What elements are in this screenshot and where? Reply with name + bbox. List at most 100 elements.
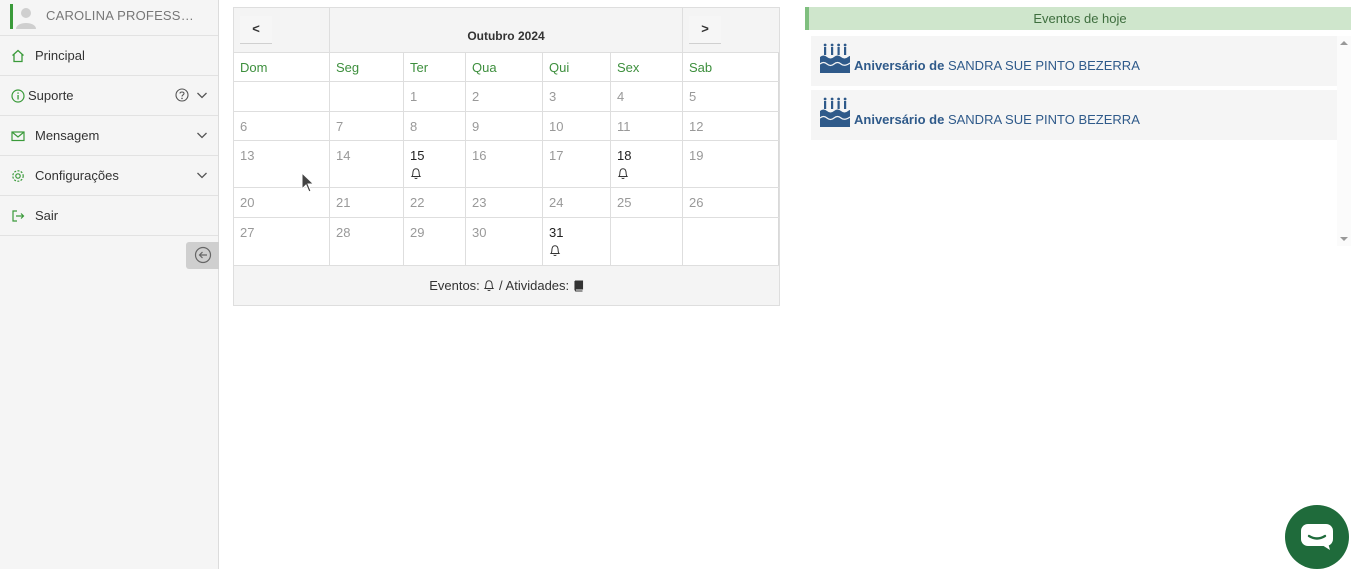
calendar-body: 1 2 3 4 5 6 7 8 9 10 11 12 13 14 15 16 17 18 19 20 21 22 23 24 2… [233, 81, 780, 266]
nav-suporte-label: Suporte [28, 88, 74, 103]
calendar-day-number: 15 [410, 148, 425, 163]
calendar-day-number: 9 [472, 119, 480, 134]
next-month-button[interactable]: > [689, 16, 721, 44]
calendar-day-cell[interactable]: 26 [682, 187, 780, 218]
nav-suporte[interactable]: Suporte [0, 76, 218, 116]
envelope-icon [11, 131, 25, 142]
calendar-day-cell[interactable]: 4 [610, 81, 683, 112]
calendar-day-cell[interactable]: 18 [610, 140, 683, 188]
weekday-label: Sex [610, 52, 683, 82]
scroll-down-icon[interactable] [1340, 236, 1348, 242]
avatar-icon [16, 8, 36, 29]
mouse-cursor-icon [301, 172, 315, 193]
active-indicator [10, 4, 13, 29]
weekday-label: Qui [542, 52, 611, 82]
calendar-day-number: 22 [410, 195, 425, 210]
calendar: < Outubro 2024 > Dom Seg Ter Qua Qui Sex… [233, 7, 780, 306]
calendar-day-number: 3 [549, 89, 557, 104]
calendar-day-cell[interactable]: 16 [465, 140, 543, 188]
nav-mensagem[interactable]: Mensagem [0, 116, 218, 156]
events-scrollbar[interactable] [1337, 36, 1351, 246]
bell-icon [617, 168, 629, 180]
calendar-day-cell[interactable]: 20 [233, 187, 330, 218]
calendar-day-cell[interactable]: 25 [610, 187, 683, 218]
calendar-prev-cell: < [233, 7, 330, 53]
calendar-day-cell[interactable]: 17 [542, 140, 611, 188]
calendar-day-number: 25 [617, 195, 632, 210]
bell-icon [484, 280, 495, 292]
calendar-day-cell[interactable]: 5 [682, 81, 780, 112]
calendar-day-cell[interactable]: 3 [542, 81, 611, 112]
nav-principal-label: Principal [35, 48, 85, 63]
calendar-day-number: 12 [689, 119, 704, 134]
collapse-sidebar-button[interactable] [186, 242, 219, 269]
calendar-week-row: 13 14 15 16 17 18 19 [233, 140, 780, 188]
user-name: CAROLINA PROFESSORA [46, 8, 196, 23]
calendar-day-cell[interactable]: 8 [403, 111, 466, 141]
calendar-day-cell[interactable]: 28 [329, 217, 404, 266]
calendar-day-cell[interactable]: 13 [233, 140, 330, 188]
calendar-day-cell[interactable]: 14 [329, 140, 404, 188]
calendar-day-number: 31 [549, 225, 564, 240]
calendar-day-number: 16 [472, 148, 487, 163]
calendar-day-number: 18 [617, 148, 632, 163]
legend-events-label: Eventos: [429, 278, 480, 293]
calendar-day-cell[interactable]: 1 [403, 81, 466, 112]
calendar-day-cell[interactable]: 30 [465, 217, 543, 266]
calendar-day-cell[interactable]: 9 [465, 111, 543, 141]
calendar-day-number: 30 [472, 225, 487, 240]
sidebar: CAROLINA PROFESSORA Principal Suporte Me… [0, 0, 219, 569]
chevron-down-icon [197, 92, 207, 99]
event-item[interactable]: Aniversário de SANDRA SUE PINTO BEZERRA [811, 36, 1337, 86]
legend-activities-label: / Atividades: [499, 278, 570, 293]
event-text: Aniversário de SANDRA SUE PINTO BEZERRA [854, 112, 1140, 127]
calendar-day-cell[interactable]: 29 [403, 217, 466, 266]
weekday-label: Sab [682, 52, 780, 82]
calendar-day-cell[interactable]: 10 [542, 111, 611, 141]
event-item[interactable]: Aniversário de SANDRA SUE PINTO BEZERRA [811, 90, 1337, 140]
gear-icon [12, 170, 24, 182]
calendar-day-cell [610, 217, 683, 266]
nav-sair[interactable]: Sair [0, 196, 218, 236]
user-profile[interactable]: CAROLINA PROFESSORA [0, 0, 218, 36]
nav-configuracoes[interactable]: Configurações [0, 156, 218, 196]
calendar-day-number: 28 [336, 225, 351, 240]
weekday-label: Dom [233, 52, 330, 82]
calendar-week-row: 6 7 8 9 10 11 12 [233, 111, 780, 141]
calendar-day-cell[interactable]: 15 [403, 140, 466, 188]
calendar-day-cell[interactable]: 11 [610, 111, 683, 141]
calendar-day-number: 24 [549, 195, 564, 210]
help-icon[interactable] [175, 88, 189, 102]
calendar-day-cell[interactable]: 22 [403, 187, 466, 218]
chat-widget-button[interactable] [1285, 505, 1349, 569]
event-prefix: Aniversário de [854, 58, 945, 73]
calendar-day-number: 2 [472, 89, 480, 104]
calendar-day-cell[interactable]: 7 [329, 111, 404, 141]
nav-principal[interactable]: Principal [0, 36, 218, 76]
calendar-day-number: 20 [240, 195, 255, 210]
logout-icon [12, 210, 25, 222]
calendar-day-number: 23 [472, 195, 487, 210]
calendar-day-number: 5 [689, 89, 697, 104]
calendar-day-cell[interactable]: 2 [465, 81, 543, 112]
calendar-day-number: 7 [336, 119, 344, 134]
scroll-up-icon[interactable] [1340, 40, 1348, 46]
calendar-day-number: 1 [410, 89, 418, 104]
calendar-day-number: 10 [549, 119, 564, 134]
weekday-label: Ter [403, 52, 466, 82]
calendar-day-cell[interactable]: 12 [682, 111, 780, 141]
event-person-name: SANDRA SUE PINTO BEZERRA [947, 112, 1140, 127]
calendar-day-cell[interactable]: 19 [682, 140, 780, 188]
prev-month-button[interactable]: < [240, 16, 272, 44]
calendar-day-cell[interactable]: 31 [542, 217, 611, 266]
chevron-down-icon [197, 132, 207, 139]
calendar-day-number: 17 [549, 148, 564, 163]
calendar-day-cell[interactable]: 21 [329, 187, 404, 218]
calendar-day-cell[interactable]: 6 [233, 111, 330, 141]
calendar-day-number: 27 [240, 225, 255, 240]
birthday-cake-icon [819, 43, 851, 73]
calendar-day-cell[interactable]: 27 [233, 217, 330, 266]
calendar-legend: Eventos: / Atividades: [233, 265, 780, 306]
calendar-day-cell[interactable]: 23 [465, 187, 543, 218]
calendar-day-cell[interactable]: 24 [542, 187, 611, 218]
